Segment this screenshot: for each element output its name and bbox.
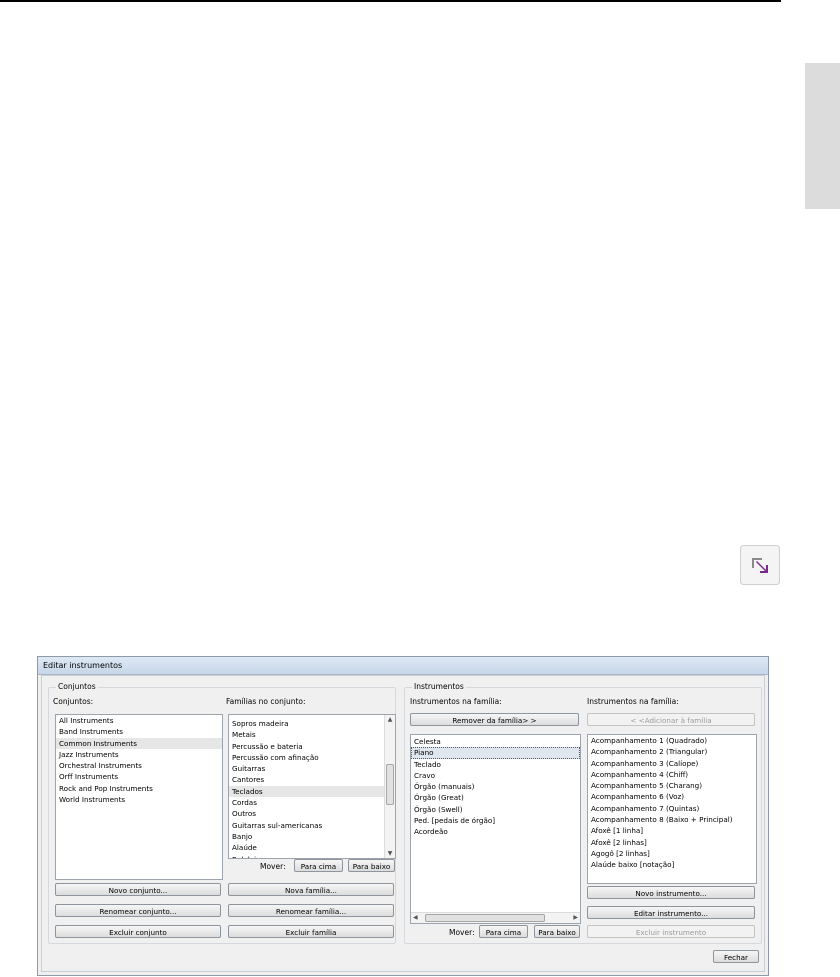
instrumentos-list[interactable]: Celesta Piano Teclado Cravo Órgão (manuais) Ó… (410, 734, 581, 924)
resize-corner-icon (740, 545, 780, 585)
list-item[interactable]: Band Instruments (56, 726, 222, 737)
list-item[interactable]: Acordeão (411, 826, 580, 837)
list-item[interactable]: Jazz Instruments (56, 749, 222, 760)
list-item[interactable]: Teclados (229, 785, 385, 798)
list-item[interactable]: Teclado (411, 759, 580, 770)
conjuntos-group-title: Conjuntos (56, 682, 98, 691)
list-item[interactable]: Guitarras sul-americanas (229, 820, 385, 831)
list-item[interactable]: Sopros madeira (229, 718, 385, 729)
familias-scrollbar[interactable]: ▲ ▼ (384, 715, 395, 858)
scroll-down-arrow-icon[interactable]: ▼ (385, 850, 395, 857)
instrumentos-group: Instrumentos Instrumentos na família: Re… (404, 682, 762, 944)
list-item[interactable]: All Instruments (56, 715, 222, 726)
list-item[interactable]: Órgão (Swell) (411, 804, 580, 815)
familias-move-label: Mover: (260, 862, 286, 871)
list-item[interactable]: Acompanhamento 8 (Baixo + Principal) (588, 814, 756, 825)
conjuntos-group: Conjuntos Conjuntos: All Instruments Band… (48, 682, 396, 944)
instrumentos-list-label: Instrumentos na família: (410, 697, 502, 706)
instrumentos-group-title: Instrumentos (412, 682, 466, 691)
conjuntos-list-label: Conjuntos: (53, 697, 94, 706)
list-item[interactable]: World Instruments (56, 794, 222, 805)
conjuntos-list[interactable]: All Instruments Band Instruments Common In… (55, 714, 223, 880)
list-item[interactable]: Metais (229, 729, 385, 740)
scroll-up-arrow-icon[interactable]: ▲ (385, 716, 395, 723)
rename-familia-button[interactable]: Renomear família... (228, 904, 394, 917)
familias-list-label: Famílias no conjunto: (226, 697, 306, 706)
list-item[interactable]: Órgão (Great) (411, 792, 580, 803)
list-item[interactable]: Alaúde baixo [notação] (588, 859, 756, 870)
familias-list[interactable]: Sopros madeira Metais Percussão e bateria P… (228, 714, 396, 859)
edit-instruments-dialog: Editar instrumentos Conjuntos Conjuntos:… (37, 656, 769, 976)
list-item[interactable]: Acompanhamento 1 (Quadrado) (588, 735, 756, 746)
list-item[interactable]: Outros (229, 808, 385, 819)
list-item[interactable]: Percussão e bateria (229, 741, 385, 752)
dialog-body: Conjuntos Conjuntos: All Instruments Band… (41, 675, 765, 972)
familia-move-down-button[interactable]: Para baixo (348, 859, 395, 872)
dialog-title: Editar instrumentos (43, 661, 123, 670)
dialog-titlebar: Editar instrumentos (38, 657, 768, 675)
hscroll-thumb[interactable] (425, 914, 545, 922)
list-item[interactable]: Orff Instruments (56, 771, 222, 782)
disponiveis-list[interactable]: Acompanhamento 1 (Quadrado) Acompanhament… (587, 734, 757, 884)
instrumentos-hscrollbar[interactable]: ◀ ▶ (411, 912, 580, 923)
list-item[interactable]: Alaúde (229, 842, 385, 853)
rename-conjunto-button[interactable]: Renomear conjunto... (55, 904, 221, 917)
list-item[interactable]: Acompanhamento 5 (Charang) (588, 780, 756, 791)
list-item[interactable]: Agogô [2 linhas] (588, 848, 756, 859)
list-item[interactable]: Órgão (manuais) (411, 781, 580, 792)
list-item[interactable]: Acompanhamento 4 (Chiff) (588, 769, 756, 780)
scroll-thumb[interactable] (386, 764, 394, 805)
list-item[interactable]: Cantores (229, 774, 385, 785)
list-item[interactable]: Percussão com afinação (229, 752, 385, 763)
list-item[interactable]: Afoxê [1 linha] (588, 825, 756, 836)
instrument-move-up-button[interactable]: Para cima (479, 925, 528, 938)
new-instrument-button[interactable]: Novo instrumento... (587, 886, 755, 899)
list-item[interactable]: Orchestral Instruments (56, 760, 222, 771)
delete-familia-button[interactable]: Excluir família (228, 925, 394, 938)
scroll-left-arrow-icon[interactable]: ◀ (413, 913, 418, 923)
list-item[interactable]: Afoxê [2 linhas] (588, 837, 756, 848)
delete-conjunto-button[interactable]: Excluir conjunto (55, 925, 221, 938)
list-item[interactable]: Rock and Pop Instruments (56, 783, 222, 794)
list-item[interactable]: Acompanhamento 7 (Quintas) (588, 803, 756, 814)
list-item[interactable]: Acompanhamento 2 (Triangular) (588, 746, 756, 757)
edit-instrument-button[interactable]: Editar instrumento... (587, 906, 755, 919)
delete-instrument-button[interactable]: Excluir instrumento (587, 925, 755, 938)
list-item[interactable]: Cordas (229, 797, 385, 808)
list-item[interactable]: Acompanhamento 6 (Voz) (588, 791, 756, 802)
new-familia-button[interactable]: Nova família... (228, 883, 394, 896)
list-item[interactable]: Piano (411, 747, 580, 759)
scroll-right-arrow-icon[interactable]: ▶ (573, 913, 578, 923)
page-top-rule (0, 0, 781, 2)
familia-move-up-button[interactable]: Para cima (294, 859, 343, 872)
list-item[interactable]: Celesta (411, 736, 580, 747)
list-item[interactable]: Guitarras (229, 763, 385, 774)
disponiveis-list-label: Instrumentos na família: (587, 697, 679, 706)
list-item[interactable]: Common Instruments (56, 737, 222, 749)
close-button[interactable]: Fechar (713, 950, 759, 963)
instrumentos-move-label: Mover: (449, 928, 475, 937)
chapter-tab-marker (805, 63, 840, 209)
new-conjunto-button[interactable]: Novo conjunto... (55, 883, 221, 896)
list-item[interactable]: Acompanhamento 3 (Calíope) (588, 758, 756, 769)
add-to-family-button[interactable]: < <Adicionar à família (587, 713, 755, 726)
instrument-move-down-button[interactable]: Para baixo (534, 925, 580, 938)
list-item[interactable]: Ped. [pedais de órgão] (411, 815, 580, 826)
list-item[interactable]: Banjo (229, 831, 385, 842)
remove-from-family-button[interactable]: Remover da família> > (410, 713, 579, 726)
list-item[interactable]: Cravo (411, 770, 580, 781)
